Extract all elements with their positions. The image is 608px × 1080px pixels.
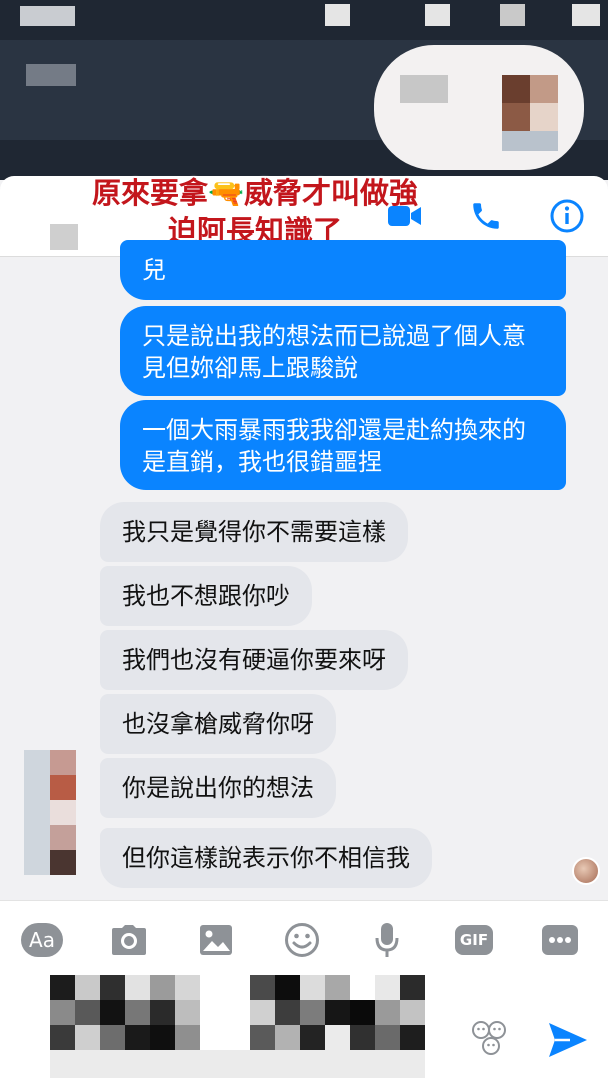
camera-icon[interactable] (107, 918, 151, 962)
send-icon[interactable] (546, 1020, 590, 1060)
text-mode-label: Aa (21, 923, 63, 957)
video-call-icon[interactable] (385, 196, 425, 236)
gif-label: GIF (455, 925, 493, 955)
message-text: 我也不想跟你吵 (122, 582, 290, 610)
redacted-block (50, 224, 78, 250)
message-text: 我們也沒有硬逼你要來呀 (122, 646, 386, 674)
gallery-icon[interactable] (194, 918, 238, 962)
phone-icon[interactable] (466, 196, 506, 236)
incoming-message[interactable]: 你是說出你的想法 (100, 758, 336, 818)
redacted-block (20, 6, 75, 26)
seen-receipt-avatar (572, 857, 600, 885)
message-text: 也沒拿槍威脅你呀 (122, 710, 314, 738)
redacted-block (26, 64, 76, 86)
message-text: 一個大雨暴雨我我卻還是赴約換來的是直銷，我也很錯噩捏 (142, 416, 526, 476)
microphone-icon[interactable] (365, 918, 409, 962)
more-icon[interactable] (538, 918, 582, 962)
outgoing-message[interactable]: 一個大雨暴雨我我卻還是赴約換來的是直銷，我也很錯噩捏 (120, 400, 566, 490)
contact-avatar-blurred (374, 45, 584, 170)
message-text: 兒 (142, 256, 166, 284)
message-text: 但你這樣說表示你不相信我 (122, 844, 410, 872)
gif-icon[interactable]: GIF (452, 918, 496, 962)
redacted-block (425, 4, 450, 26)
incoming-message[interactable]: 我也不想跟你吵 (100, 566, 312, 626)
outgoing-message[interactable]: 兒 (120, 240, 566, 300)
redacted-block (572, 4, 600, 26)
redacted-block (500, 4, 525, 26)
messenger-screen: 原來要拿🔫威脅才叫做強 迫阿長知識了 兒 只是說出我的想法而已說過了個人意見但妳… (0, 0, 608, 1080)
info-icon[interactable] (547, 196, 587, 236)
message-text: 你是說出你的想法 (122, 774, 314, 802)
text-mode-icon[interactable]: Aa (20, 918, 64, 962)
message-text: 只是說出我的想法而已說過了個人意見但妳卻馬上跟駿說 (142, 322, 526, 382)
sticker-icon[interactable] (470, 1018, 510, 1058)
incoming-message[interactable]: 也沒拿槍威脅你呀 (100, 694, 336, 754)
sender-avatar-blurred (24, 750, 50, 875)
incoming-message[interactable]: 但你這樣說表示你不相信我 (100, 828, 432, 888)
redacted-block (325, 4, 350, 26)
emoji-icon[interactable] (280, 918, 324, 962)
incoming-message[interactable]: 我們也沒有硬逼你要來呀 (100, 630, 408, 690)
message-text: 我只是覺得你不需要這樣 (122, 518, 386, 546)
incoming-message[interactable]: 我只是覺得你不需要這樣 (100, 502, 408, 562)
outgoing-message[interactable]: 只是說出我的想法而已說過了個人意見但妳卻馬上跟駿說 (120, 306, 566, 396)
